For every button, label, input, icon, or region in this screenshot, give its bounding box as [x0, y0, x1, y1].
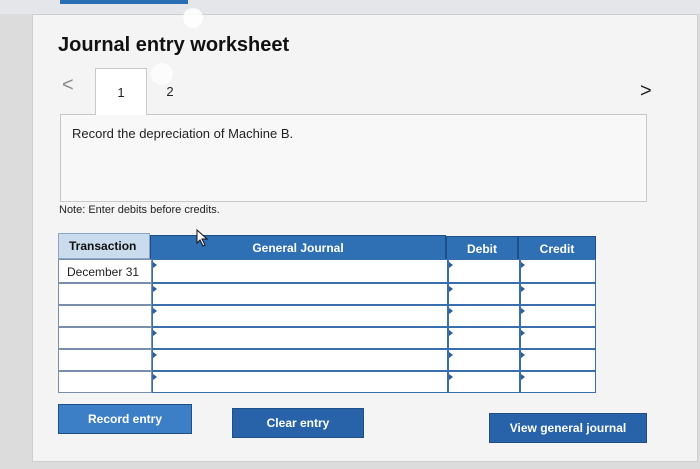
note-text: Note: Enter debits before credits. — [59, 204, 220, 216]
tab-1-label: 1 — [117, 84, 125, 100]
journal-cell[interactable] — [152, 259, 448, 283]
prev-arrow-icon[interactable]: < — [62, 74, 74, 97]
mouse-cursor-icon — [196, 229, 209, 247]
debit-cell[interactable] — [448, 283, 520, 305]
debit-cell[interactable] — [448, 349, 520, 371]
top-accent-bar — [60, 0, 188, 4]
screen-glare — [151, 63, 173, 85]
credit-cell[interactable] — [520, 305, 596, 327]
transaction-date: December 31 — [67, 265, 140, 279]
credit-cell[interactable] — [520, 283, 596, 305]
credit-cell[interactable] — [520, 371, 596, 393]
prompt-text: Record the depreciation of Machine B. — [72, 126, 294, 141]
transaction-cell — [58, 371, 152, 393]
journal-cell[interactable] — [152, 349, 448, 371]
transaction-date — [59, 306, 151, 311]
record-entry-button[interactable]: Record entry — [58, 404, 192, 434]
transaction-date — [59, 284, 151, 289]
tab-1[interactable]: 1 — [95, 68, 147, 115]
screen-glare — [183, 8, 203, 28]
transaction-cell: December 31 — [58, 259, 152, 283]
browser-top-strip — [0, 0, 700, 14]
journal-cell[interactable] — [152, 305, 448, 327]
transaction-cell — [58, 349, 152, 371]
page-title: Journal entry worksheet — [58, 34, 290, 56]
debit-cell[interactable] — [448, 259, 520, 283]
tab-2-label: 2 — [166, 83, 174, 99]
transaction-date — [59, 328, 151, 333]
credit-cell[interactable] — [520, 259, 596, 283]
transaction-cell — [58, 283, 152, 305]
header-general-journal: General Journal — [150, 235, 446, 261]
journal-cell[interactable] — [152, 327, 448, 349]
credit-cell[interactable] — [520, 327, 596, 349]
transaction-date — [59, 372, 151, 377]
credit-cell[interactable] — [520, 349, 596, 371]
next-arrow-icon[interactable]: > — [640, 80, 652, 103]
transaction-date — [59, 350, 151, 355]
transaction-cell — [58, 305, 152, 327]
journal-cell[interactable] — [152, 283, 448, 305]
view-general-journal-button[interactable]: View general journal — [489, 413, 647, 443]
header-transaction: Transaction — [58, 233, 150, 259]
transaction-cell — [58, 327, 152, 349]
debit-cell[interactable] — [448, 371, 520, 393]
debit-cell[interactable] — [448, 305, 520, 327]
journal-cell[interactable] — [152, 371, 448, 393]
debit-cell[interactable] — [448, 327, 520, 349]
clear-entry-button[interactable]: Clear entry — [232, 408, 364, 438]
